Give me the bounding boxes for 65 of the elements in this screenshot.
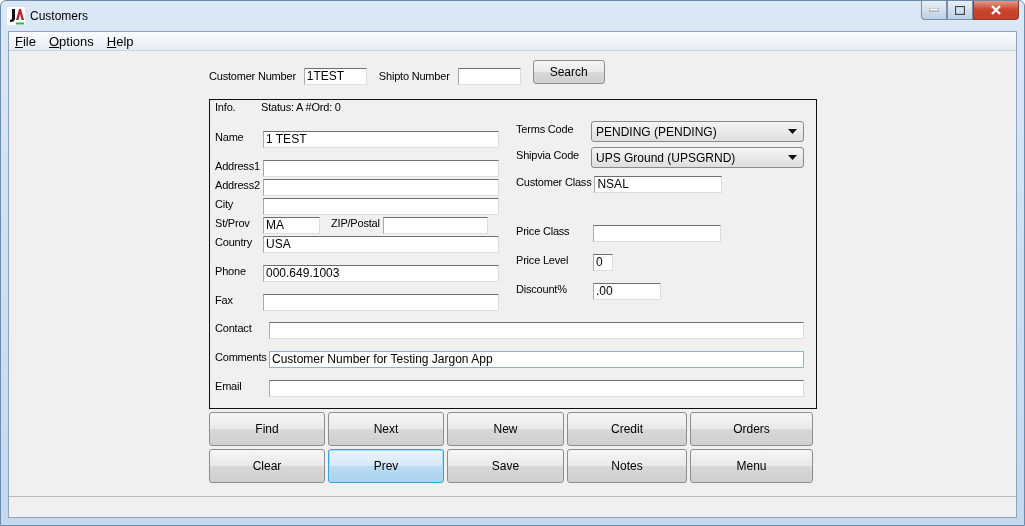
action-button[interactable]: Menu xyxy=(690,449,813,483)
field-label: Country xyxy=(215,236,254,249)
maximize-button[interactable] xyxy=(947,1,973,20)
text-field[interactable] xyxy=(382,217,488,234)
field-label: Price Class xyxy=(516,225,571,238)
text-field[interactable]: NSAL xyxy=(594,176,723,193)
field-label: Address2 xyxy=(215,179,261,192)
app-logo-icon xyxy=(7,7,25,25)
field-label: ZIP/Postal xyxy=(331,217,380,230)
shipto-number-field[interactable] xyxy=(457,67,521,85)
field-label: Terms Code xyxy=(516,123,575,136)
field-label: Shipto Number xyxy=(378,69,450,83)
text-field[interactable]: 1 TEST xyxy=(263,131,499,148)
text-field[interactable] xyxy=(263,198,499,215)
text-field[interactable]: 000.649.1003 xyxy=(263,265,499,282)
search-button[interactable]: Search xyxy=(532,60,605,84)
field-label: Email xyxy=(215,380,243,393)
action-button[interactable]: Next xyxy=(328,412,444,446)
text-field[interactable] xyxy=(263,160,499,177)
dropdown[interactable]: PENDING (PENDING) xyxy=(591,121,804,142)
action-button[interactable]: Clear xyxy=(209,449,325,483)
field-label: Comments xyxy=(215,351,268,364)
field-label: Phone xyxy=(215,265,247,278)
field-label: Discount% xyxy=(516,283,568,296)
window-title: Customers xyxy=(30,9,88,23)
info-label: Info. xyxy=(215,101,237,115)
customer-number-field[interactable]: 1TEST xyxy=(303,67,367,85)
text-field[interactable]: USA xyxy=(263,236,499,253)
text-field[interactable] xyxy=(269,380,804,397)
caret-icon xyxy=(788,129,797,134)
field-label: Contact xyxy=(215,322,253,335)
action-button[interactable]: Orders xyxy=(690,412,813,446)
maximize-icon xyxy=(955,5,965,15)
text-field[interactable]: Customer Number for Testing Jargon App xyxy=(269,351,804,368)
minimize-icon xyxy=(929,8,939,12)
close-button[interactable] xyxy=(973,1,1019,20)
menu-item[interactable]: Help xyxy=(106,33,134,49)
field-label: Name xyxy=(215,131,245,144)
action-button[interactable]: Prev xyxy=(328,449,444,483)
field-label: Customer Class xyxy=(516,176,592,189)
field-label: Price Level xyxy=(516,254,570,267)
action-button[interactable]: Notes xyxy=(567,449,687,483)
text-field[interactable]: MA xyxy=(263,217,320,234)
field-label: Fax xyxy=(215,294,234,307)
text-field[interactable] xyxy=(269,322,804,339)
menu-item[interactable]: Options xyxy=(48,33,94,49)
dropdown[interactable]: UPS Ground (UPSGRND) xyxy=(591,147,804,168)
text-field[interactable] xyxy=(263,294,499,311)
caret-icon xyxy=(788,155,797,160)
menu-item[interactable]: File xyxy=(15,33,36,49)
field-label: St/Prov xyxy=(215,217,251,230)
field-label: Address1 xyxy=(215,160,261,173)
action-button[interactable]: Find xyxy=(209,412,325,446)
status-text: Status: A #Ord: 0 xyxy=(261,101,341,115)
action-button[interactable]: Credit xyxy=(567,412,687,446)
text-field[interactable] xyxy=(593,225,721,242)
action-button[interactable]: Save xyxy=(447,449,564,483)
field-label: City xyxy=(215,198,235,211)
field-label: Shipvia Code xyxy=(516,149,581,162)
text-field[interactable]: .00 xyxy=(593,283,661,300)
action-button[interactable]: New xyxy=(447,412,564,446)
text-field[interactable]: 0 xyxy=(593,254,613,271)
close-icon xyxy=(990,5,1002,15)
text-field[interactable] xyxy=(263,179,499,196)
field-label: Customer Number xyxy=(209,69,296,83)
